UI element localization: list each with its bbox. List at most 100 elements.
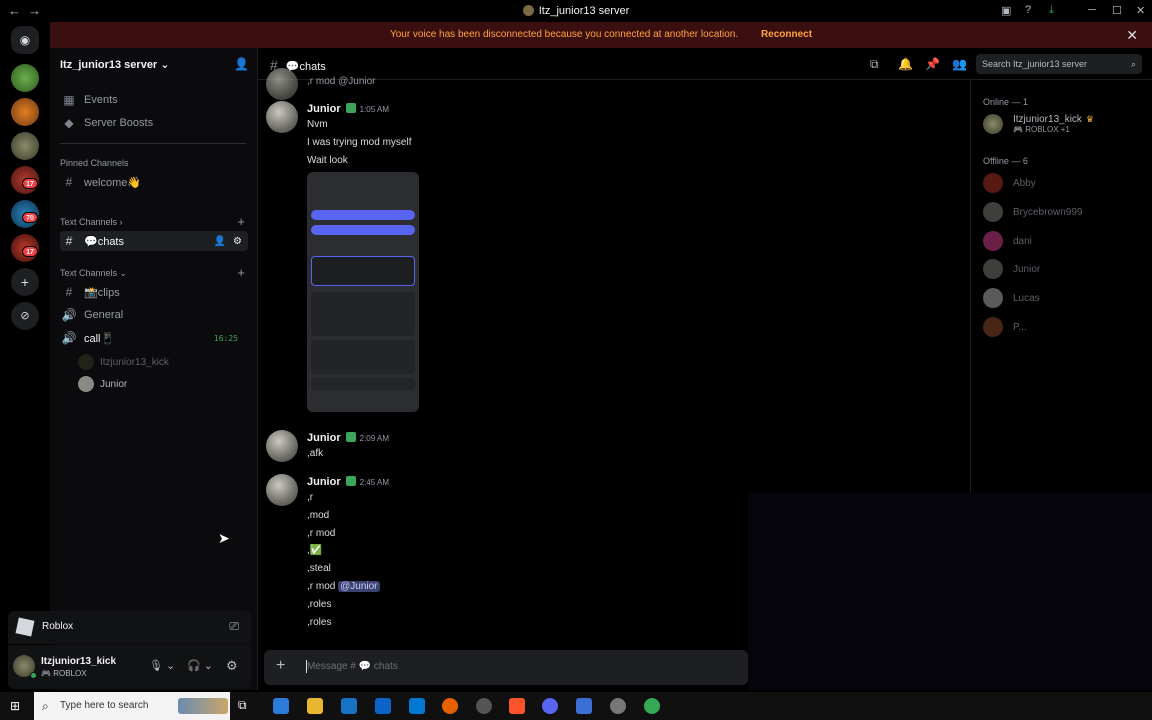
member-item[interactable]: Lucas [983,288,1040,308]
text-channels-header[interactable]: Text Channels › [60,217,123,227]
server-icon[interactable] [11,98,39,126]
server-icon [522,5,534,16]
gear-icon[interactable]: ⚙ [226,658,238,674]
member-item[interactable]: dani [983,231,1032,251]
message-line: ,r mod @Junior [307,76,376,87]
add-server-icon[interactable]: + [11,268,39,296]
offline-header: Offline — 6 [983,156,1028,166]
invite-icon[interactable]: 👤 [214,236,226,247]
call-timer: 16:25 [213,333,238,343]
voice-user[interactable]: Itzjunior13_kick [78,354,169,370]
user-status: 🎮 ROBLOX [41,669,87,678]
search-input[interactable]: Search Itz_junior13 server ⌕ [976,54,1142,74]
channel-call[interactable]: 🔊 call📱 16:25 [60,328,248,348]
member-list: Online — 1 Itzjunior13_kick 🎮 ROBLOX +1 ♛… [970,80,1152,493]
avatar[interactable] [266,101,298,133]
message-line: ,steal [307,563,331,574]
mention[interactable]: @Junior [338,581,380,592]
member-item[interactable]: Abby [983,173,1036,193]
message-author[interactable]: Junior 2:45 AM [307,476,389,488]
brave-icon[interactable] [509,698,525,714]
channel-clips[interactable]: # 📸clips [60,282,248,302]
message-author[interactable]: Junior 2:09 AM [307,432,389,444]
mail-icon[interactable] [375,698,391,714]
message-line: ,r mod @Junior [307,581,380,592]
channel-welcome[interactable]: # welcome👋 [60,172,248,192]
text-channels-header[interactable]: Text Channels ⌄ [60,268,127,279]
member-item[interactable]: Junior [983,259,1040,279]
task-view-icon[interactable]: ⧉ [238,698,254,714]
help-icon[interactable]: ? [1025,4,1031,16]
screenshot-element [311,210,415,220]
message-line: ,roles [307,617,332,628]
add-channel-icon[interactable]: + [237,265,245,280]
server-name-dropdown[interactable]: Itz_junior13 server ⌄ [60,58,170,71]
pin-icon[interactable]: 📌 [925,57,940,71]
message-line: Nvm [307,119,328,130]
store-icon[interactable] [341,698,357,714]
avatar [983,317,1003,337]
channel-general[interactable]: 🔊 General [60,305,248,325]
file-explorer-icon[interactable] [307,698,323,714]
globe-icon[interactable] [476,698,492,714]
invite-icon[interactable]: 👤 [234,57,249,71]
avatar [78,354,94,370]
reconnect-button[interactable]: Reconnect [761,29,812,40]
discord-home-icon[interactable]: ◉ [11,26,39,54]
channel-chats[interactable]: # 💬chats 👤 ⚙ [60,231,248,251]
message-author[interactable]: Junior 1:05 AM [307,103,389,115]
threads-icon[interactable]: ⧉ [870,57,879,72]
title-bar: ← → Itz_junior13 server ▣ ? ⤓ ─ ☐ ✕ [0,0,1152,22]
discord-icon[interactable] [542,698,558,714]
avatar[interactable] [266,430,298,462]
add-attachment-icon[interactable]: + [276,657,285,675]
avatar [983,231,1003,251]
bell-icon[interactable]: 🔔 [898,57,913,71]
windows-taskbar: ⊞ ⌕ Type here to search ⧉ [0,692,1152,720]
screenshot-element [311,378,415,390]
member-item[interactable]: Itzjunior13_kick 🎮 ROBLOX +1 ♛ [983,114,1094,134]
member-item[interactable]: P... [983,317,1027,337]
image-attachment[interactable] [307,172,419,412]
vscode-icon[interactable] [409,698,425,714]
avatar[interactable] [266,68,298,100]
crown-icon: ♛ [1085,114,1094,124]
pinned-header: Pinned Channels [60,158,129,168]
activity-name: Roblox [42,621,74,632]
mention-badge: 17 [22,178,38,189]
close-window-icon[interactable]: ✕ [1136,4,1145,17]
windows-start-icon[interactable]: ⊞ [10,699,23,713]
sidebar-item-events[interactable]: ▦ Events [60,90,248,110]
avatar[interactable] [266,474,298,506]
calendar-icon: ▦ [63,93,75,107]
firefox-icon[interactable] [442,698,458,714]
gear-icon[interactable]: ⚙ [233,236,242,247]
copilot-icon[interactable] [273,698,289,714]
role-icon [345,432,356,442]
avatar [983,288,1003,308]
activity-panel[interactable]: Roblox ⎚ [8,611,251,644]
voice-disconnect-banner: Your voice has been disconnected because… [50,22,1152,48]
server-icon[interactable] [11,64,39,92]
message-input[interactable]: + Message # 💬 chats [264,650,748,685]
speaker-icon: 🔊 [61,308,77,322]
chrome-icon[interactable] [644,698,660,714]
obs-icon[interactable] [610,698,626,714]
add-channel-icon[interactable]: + [237,214,245,229]
member-item[interactable]: Brycebrown999 [983,202,1082,222]
minimize-icon[interactable]: ─ [1088,4,1096,16]
discover-icon[interactable]: ⊘ [11,302,39,330]
members-icon[interactable]: 👥 [952,57,967,71]
search-highlight-image [178,698,228,714]
microphone-icon[interactable]: 🎙 ⌄ [149,659,175,672]
server-icon[interactable] [11,132,39,160]
headphones-icon[interactable]: 🎧 ⌄ [187,659,213,672]
inbox-icon[interactable]: ▣ [1001,4,1011,17]
app-icon[interactable] [576,698,592,714]
maximize-icon[interactable]: ☐ [1112,4,1122,17]
close-banner-icon[interactable]: ✕ [1126,22,1138,48]
download-icon[interactable]: ⤓ [1049,4,1054,17]
stream-icon[interactable]: ⎚ [229,619,239,634]
voice-user[interactable]: Junior [78,376,127,392]
sidebar-item-boosts[interactable]: ◆ Server Boosts [60,113,248,133]
